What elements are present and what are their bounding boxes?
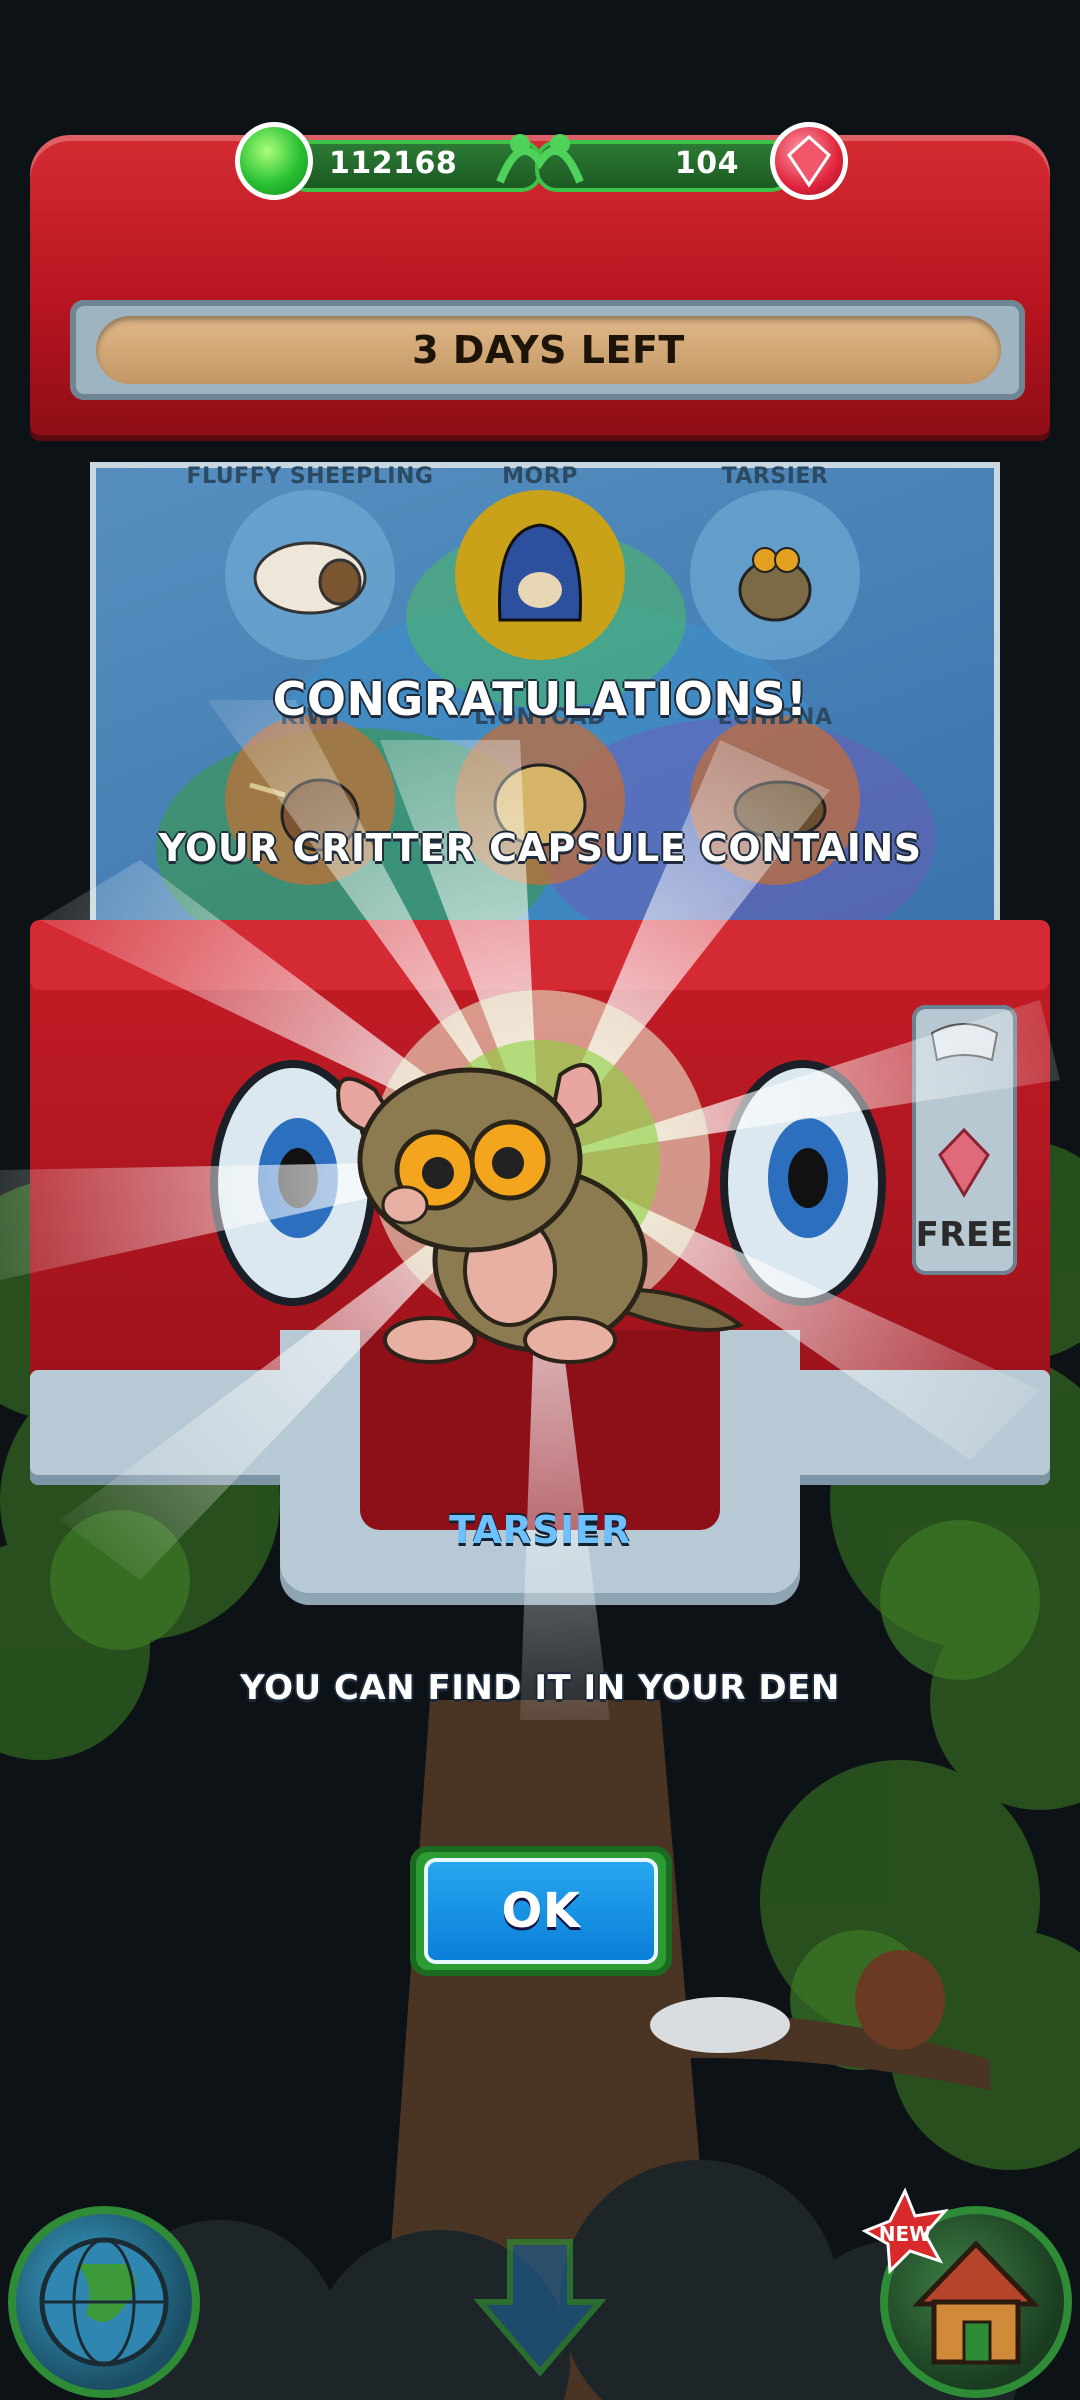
den-message: YOU CAN FIND IT IN YOUR DEN [240,1668,840,1708]
capsule-contains-text: YOUR CRITTER CAPSULE CONTAINS [158,826,922,870]
days-left-label: 3 DAYS LEFT [412,328,685,372]
world-map-button[interactable] [8,2206,200,2398]
critter-slot-morp: MORP [455,464,625,660]
ok-button-face: OK [424,1858,658,1964]
tarsier-critter-icon [336,1063,745,1364]
new-badge-label: NEW [879,2222,931,2246]
critter-label: TARSIER [721,464,829,489]
critter-label: FLUFFY SHEEPLING [186,464,434,489]
sheepling-icon [253,541,367,615]
red-crystal-icon [770,122,848,200]
scroll-down-arrow-icon[interactable] [470,2232,610,2382]
tarsier-small-icon [738,547,812,622]
green-gem-icon [235,122,313,200]
vine-ornament-icon [496,134,584,184]
critter-slot-tarsier: TARSIER [690,464,860,660]
critter-label: MORP [502,464,578,489]
timer-banner: 3 DAYS LEFT [96,316,1001,384]
critter-name: TARSIER [449,1508,631,1552]
new-badge-icon: NEW [861,2187,949,2275]
critter-slot-fluffy-sheepling: FLUFFY SHEEPLING [187,464,433,660]
globe-icon [39,2237,169,2367]
currency-bar: 112168 104 [235,122,848,200]
green-currency-value: 112168 [329,146,458,181]
congratulations-title: CONGRATULATIONS! [272,672,808,726]
ok-button[interactable]: OK [410,1846,672,1976]
red-currency-value: 104 [674,146,739,181]
ok-label: OK [501,1883,581,1939]
morp-icon [498,523,582,622]
